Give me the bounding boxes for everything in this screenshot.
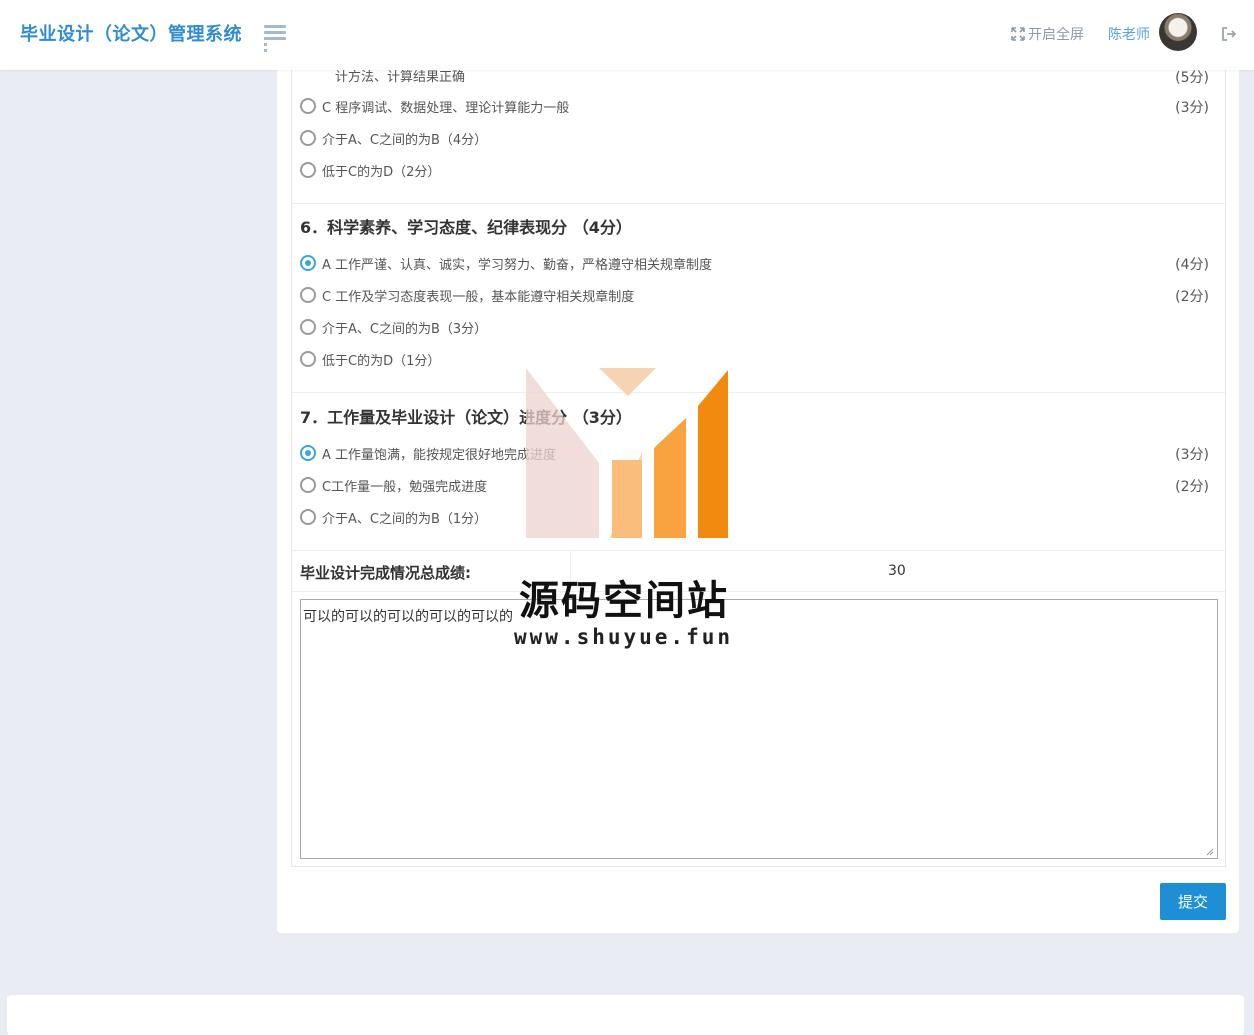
q6-option-c[interactable]: C 工作及学习态度表现一般，基本能遵守相关规章制度 [300,285,634,305]
radio-button[interactable] [300,509,316,525]
expand-icon [1011,27,1025,41]
avatar[interactable] [1159,13,1197,51]
question-6-title: 6．科学素养、学习态度、纪律表现分 （4分） [300,218,632,237]
radio-button[interactable] [300,351,316,367]
question-7-title: 7．工作量及毕业设计（论文）进度分 （3分） [300,408,632,427]
q6-option-c-score: (2分) [1175,289,1209,305]
radio-button[interactable] [300,162,316,178]
fullscreen-button[interactable]: 开启全屏 [1011,24,1084,44]
radio-button[interactable] [300,477,316,493]
q5-option-d[interactable]: 低于C的为D（2分） [300,160,440,180]
logout-icon[interactable] [1221,26,1237,42]
divider [292,392,1225,393]
radio-button-checked[interactable] [300,445,316,461]
radio-button[interactable] [300,287,316,303]
partial-option-score: (5分) [1175,70,1209,86]
radio-button[interactable] [300,130,316,146]
cell-divider [570,551,571,592]
q5-option-b[interactable]: 介于A、C之间的为B（4分） [300,128,487,148]
user-name[interactable]: 陈老师 [1108,24,1150,44]
q5-option-c-score: (3分) [1175,100,1209,116]
total-score-value: 30 [888,563,906,579]
q7-option-c-score: (2分) [1175,479,1209,495]
footer-panel [7,995,1244,1035]
q5-option-c[interactable]: C 程序调试、数据处理、理论计算能力一般 [300,96,569,116]
menu-toggle-icon[interactable] [264,25,286,43]
divider [292,203,1225,204]
radio-button[interactable] [300,98,316,114]
evaluation-form: 计方法、计算结果正确 (5分) C 程序调试、数据处理、理论计算能力一般 (3分… [291,70,1226,867]
q6-option-a[interactable]: A 工作严谨、认真、诚实，学习努力、勤奋，严格遵守相关规章制度 [300,253,712,273]
fullscreen-label: 开启全屏 [1028,27,1084,43]
q6-option-d[interactable]: 低于C的为D（1分） [300,349,440,369]
q7-option-c[interactable]: C工作量一般，勉强完成进度 [300,475,487,495]
app-title[interactable]: 毕业设计（论文）管理系统 [20,20,242,46]
top-header: 毕业设计（论文）管理系统 开启全屏 陈老师 [0,0,1254,70]
radio-button[interactable] [300,319,316,335]
q6-option-a-score: (4分) [1175,257,1209,273]
radio-button-checked[interactable] [300,255,316,271]
evaluation-card: 计方法、计算结果正确 (5分) C 程序调试、数据处理、理论计算能力一般 (3分… [277,70,1239,933]
q7-option-a-score: (3分) [1175,447,1209,463]
q7-option-b[interactable]: 介于A、C之间的为B（1分） [300,507,487,527]
total-score-label: 毕业设计完成情况总成绩: [300,564,471,582]
q6-option-b[interactable]: 介于A、C之间的为B（3分） [300,317,487,337]
submit-button[interactable]: 提交 [1160,883,1226,920]
comment-textarea[interactable]: 可以的可以的可以的可以的可以的 [300,599,1218,859]
total-score-row: 毕业设计完成情况总成绩: 30 [292,550,1225,592]
q7-option-a[interactable]: A 工作量饱满，能按规定很好地完成进度 [300,443,556,463]
